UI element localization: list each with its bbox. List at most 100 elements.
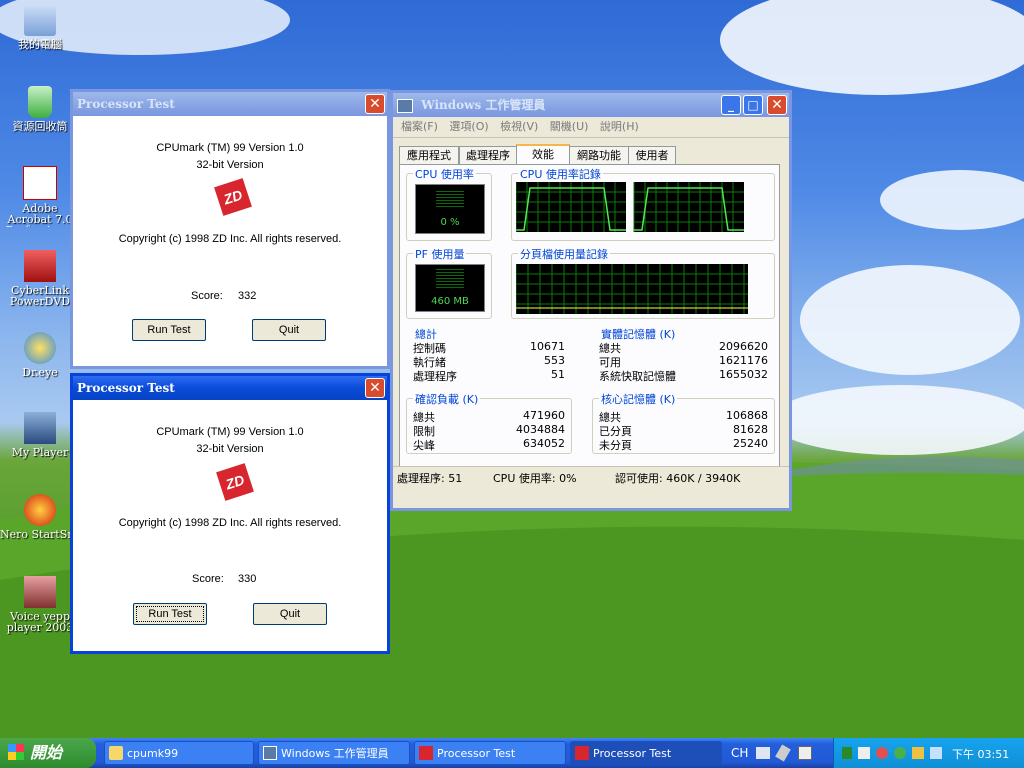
tray-app-icon[interactable] — [842, 747, 852, 759]
menu-file[interactable]: 檔案(F) — [401, 117, 438, 137]
desktop-icon-label: Nero StartSmart — [0, 529, 80, 540]
menu-help[interactable]: 說明(H) — [600, 117, 639, 137]
physical-memory-group: 實體記憶體 (K) 總共 2096620 可用 1621176 系統快取記憶體 165… — [592, 326, 775, 389]
task-manager-body: 應用程式 處理程序 效能 網路功能 使用者 CPU 使用率 0 % CPU 使用… — [393, 138, 789, 487]
run-test-button[interactable]: Run Test — [133, 603, 207, 625]
tray-app-icon[interactable] — [876, 747, 888, 759]
volume-icon[interactable] — [858, 747, 870, 759]
physical-row: 可用 1621176 — [599, 354, 768, 369]
close-button[interactable]: ✕ — [365, 94, 385, 114]
quit-button[interactable]: Quit — [252, 319, 326, 341]
row-value: 1621176 — [719, 354, 768, 367]
menu-view[interactable]: 檢視(V) — [500, 117, 538, 137]
help-icon[interactable] — [798, 746, 812, 760]
score-value: 330 — [238, 573, 257, 585]
cpu-history-group: CPU 使用率記錄 — [511, 166, 775, 241]
folder-icon — [109, 746, 123, 760]
desktop-icon-my-player[interactable]: My Player — [0, 412, 80, 458]
row-value: 471960 — [523, 409, 565, 422]
task-label: Processor Test — [437, 747, 516, 760]
row-value: 51 — [551, 368, 565, 381]
pf-history-group: 分頁檔使用量記錄 — [511, 246, 775, 319]
performance-panel: CPU 使用率 0 % CPU 使用率記錄 PF 使用量 460 MB 分頁檔使… — [399, 164, 780, 484]
tray-app-icon[interactable] — [930, 747, 942, 759]
desktop-icon-label: Voice yepp player 2003 — [6, 611, 74, 634]
desktop-icon-my-computer[interactable]: 我的電腦 — [0, 4, 80, 50]
maximize-button[interactable]: □ — [743, 95, 763, 115]
tray-app-icon[interactable] — [912, 747, 924, 759]
tray-app-icon[interactable] — [894, 747, 906, 759]
title-bar[interactable]: Processor Test ✕ — [73, 376, 387, 400]
task-processor-test-2[interactable]: Processor Test — [570, 741, 722, 765]
desktop-icon-recycle-bin[interactable]: 資源回收筒 — [0, 86, 80, 132]
minimize-icon: _ — [728, 98, 734, 112]
score-label: Score: — [191, 290, 223, 302]
title-bar[interactable]: Windows 工作管理員 _ □ ✕ — [393, 93, 789, 117]
commit-charge-group: 確認負載 (K) 總共 471960 限制 4034884 尖峰 634052 — [406, 391, 572, 454]
kernel-memory-group: 核心記憶體 (K) 總共 106868 已分頁 81628 未分頁 25240 — [592, 391, 775, 454]
status-bar: 處理程序: 51 CPU 使用率: 0% 認可使用: 460K / 3940K — [393, 466, 789, 487]
menu-options[interactable]: 選項(O) — [449, 117, 488, 137]
task-processor-test-1[interactable]: Processor Test — [414, 741, 566, 765]
recycle-bin-icon — [28, 86, 52, 118]
row-key: 尖峰 — [413, 439, 435, 452]
close-button[interactable]: ✕ — [365, 378, 385, 398]
menu-bar: 檔案(F) 選項(O) 檢視(V) 關機(U) 說明(H) — [393, 117, 789, 138]
keyboard-icon[interactable] — [756, 747, 770, 759]
desktop-icon-voice-yepp[interactable]: Voice yepp player 2003 — [0, 576, 80, 635]
kernel-memory-label: 核心記憶體 (K) — [599, 391, 678, 407]
language-indicator[interactable]: CH — [731, 746, 748, 760]
quit-button[interactable]: Quit — [253, 603, 327, 625]
pf-history-graph — [516, 264, 748, 314]
window-body: CPUmark (TM) 99 Version 1.0 32-bit Versi… — [73, 116, 387, 366]
commit-charge-label: 確認負載 (K) — [413, 391, 481, 407]
clock[interactable]: 下午 03:51 — [952, 746, 1009, 762]
desktop-icon-nero[interactable]: Nero StartSmart — [0, 494, 80, 540]
version-text: 32-bit Version — [196, 443, 264, 455]
tab-networking[interactable]: 網路功能 — [569, 146, 629, 164]
computer-icon — [24, 4, 56, 36]
totals-row: 控制碼 10671 — [413, 340, 565, 355]
powerdvd-icon — [24, 250, 56, 282]
taskbar: 開始 cpumk99 Windows 工作管理員 Processor Test … — [0, 738, 1024, 768]
pf-usage-value: 460 MB — [431, 296, 469, 307]
task-task-manager[interactable]: Windows 工作管理員 — [258, 741, 410, 765]
window-title: Processor Test — [77, 381, 175, 395]
copyright-text: Copyright (c) 1998 ZD Inc. All rights re… — [118, 233, 342, 245]
cpu-history-label: CPU 使用率記錄 — [518, 166, 603, 182]
task-label: Windows 工作管理員 — [281, 747, 389, 760]
physical-row: 系統快取記憶體 1655032 — [599, 368, 768, 383]
copyright-text: Copyright (c) 1998 ZD Inc. All rights re… — [118, 517, 342, 529]
row-value: 106868 — [726, 409, 768, 422]
row-key: 未分頁 — [599, 439, 632, 452]
start-label: 開始 — [30, 743, 63, 762]
start-button[interactable]: 開始 — [0, 738, 96, 768]
title-bar[interactable]: Processor Test ✕ — [73, 92, 387, 116]
maximize-icon: □ — [747, 98, 759, 112]
close-button[interactable]: ✕ — [767, 95, 787, 115]
tab-applications[interactable]: 應用程式 — [399, 146, 459, 164]
desktop-icon-powerdvd[interactable]: CyberLink PowerDVD — [0, 250, 80, 309]
minimize-button[interactable]: _ — [721, 95, 741, 115]
menu-shutdown[interactable]: 關機(U) — [550, 117, 589, 137]
task-cpumk99[interactable]: cpumk99 — [104, 741, 254, 765]
pf-usage-label: PF 使用量 — [413, 246, 467, 262]
row-key: 處理程序 — [413, 370, 457, 383]
voice-yepp-icon — [24, 576, 56, 608]
row-value: 4034884 — [516, 423, 565, 436]
commit-row: 限制 4034884 — [413, 423, 565, 438]
desktop-icon-dreye[interactable]: Dr.eye — [0, 332, 80, 378]
close-icon: ✕ — [369, 380, 381, 396]
tab-performance[interactable]: 效能 — [516, 144, 570, 166]
status-commit: 認可使用: 460K / 3940K — [615, 472, 741, 485]
row-value: 2096620 — [719, 340, 768, 353]
desktop-icon-adobe-acrobat[interactable]: Adobe Acrobat 7.0 Professional — [0, 166, 80, 227]
tab-processes[interactable]: 處理程序 — [459, 146, 517, 164]
run-test-button[interactable]: Run Test — [132, 319, 206, 341]
close-icon: ✕ — [771, 97, 783, 113]
task-manager-window: Windows 工作管理員 _ □ ✕ 檔案(F) 選項(O) 檢視(V) 關機… — [390, 90, 792, 511]
row-value: 81628 — [733, 423, 768, 436]
tab-users[interactable]: 使用者 — [628, 146, 676, 164]
nero-icon — [24, 494, 56, 526]
pen-icon[interactable] — [775, 744, 791, 762]
